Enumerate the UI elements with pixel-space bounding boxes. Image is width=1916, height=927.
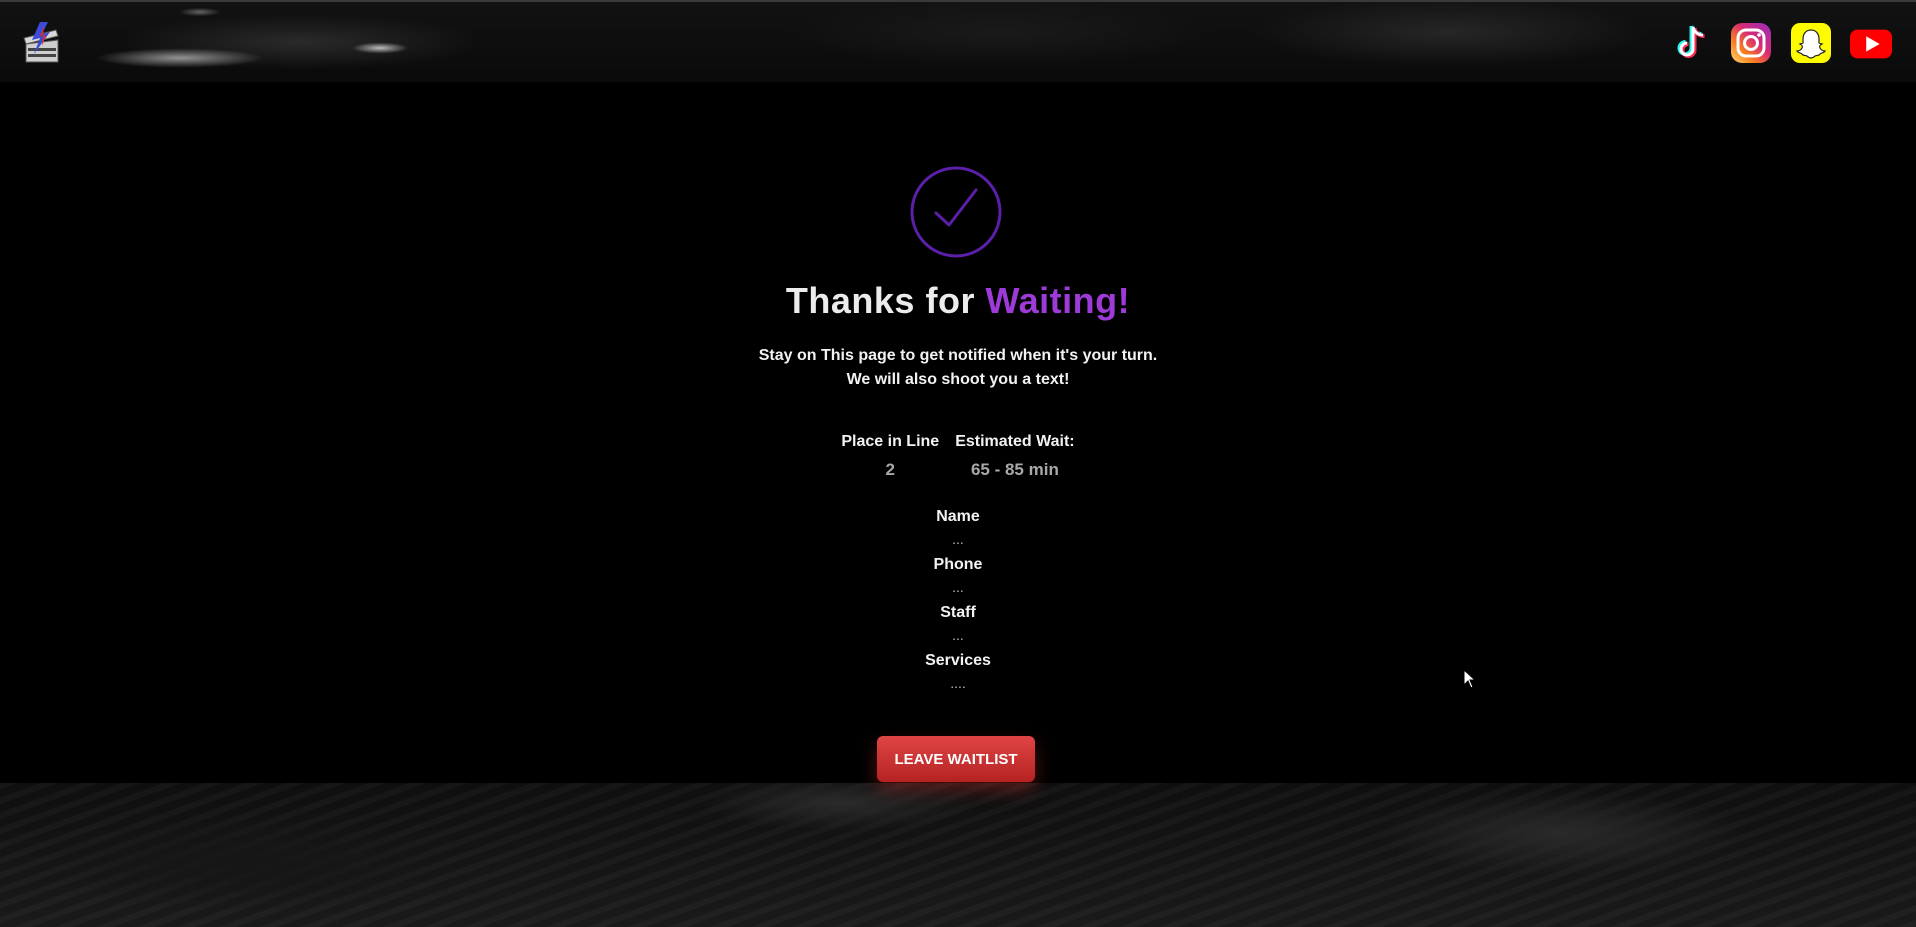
subtitle: Stay on This page to get notified when i… [0, 344, 1916, 392]
name-value: ... [952, 531, 964, 547]
waitlist-page: Thanks for Waiting! Stay on This page to… [0, 0, 1916, 927]
title-highlight: Waiting! [985, 280, 1131, 321]
services-label: Services [925, 652, 991, 669]
title-text: Thanks for [785, 280, 986, 321]
estimated-wait-label: Estimated Wait: [955, 433, 1075, 450]
customer-details: Name ... Phone ... Staff ... Services ..… [0, 505, 1916, 697]
checkmark-circle-icon [909, 165, 1003, 259]
staff-label: Staff [940, 604, 976, 621]
snapchat-icon[interactable] [1788, 22, 1834, 64]
staff-value: ... [952, 627, 964, 643]
phone-value: ... [952, 579, 964, 595]
youtube-icon[interactable] [1848, 22, 1894, 64]
footer-background-photo [0, 783, 1916, 927]
phone-label: Phone [933, 556, 983, 573]
subtitle-line-2: We will also shoot you a text! [846, 371, 1070, 388]
mouse-cursor-icon [1463, 668, 1477, 689]
place-in-line-value: 2 [885, 460, 896, 479]
queue-stats: Place in Line 2 Estimated Wait: 65 - 85 … [0, 432, 1916, 480]
clapperboard-lightning-logo-icon[interactable] [18, 18, 66, 66]
page-title: Thanks for Waiting! [0, 280, 1916, 322]
leave-waitlist-button[interactable]: LEAVE WAITLIST [877, 736, 1035, 782]
subtitle-line-1: Stay on This page to get notified when i… [758, 347, 1158, 364]
services-value: .... [950, 675, 966, 691]
estimated-wait: Estimated Wait: 65 - 85 min [955, 432, 1074, 480]
estimated-wait-value: 65 - 85 min [970, 460, 1059, 479]
tiktok-icon[interactable] [1668, 22, 1714, 64]
header-bar [0, 0, 1916, 82]
place-in-line: Place in Line 2 [841, 432, 939, 480]
instagram-icon[interactable] [1728, 22, 1774, 64]
place-in-line-label: Place in Line [841, 433, 940, 450]
name-label: Name [936, 508, 980, 525]
